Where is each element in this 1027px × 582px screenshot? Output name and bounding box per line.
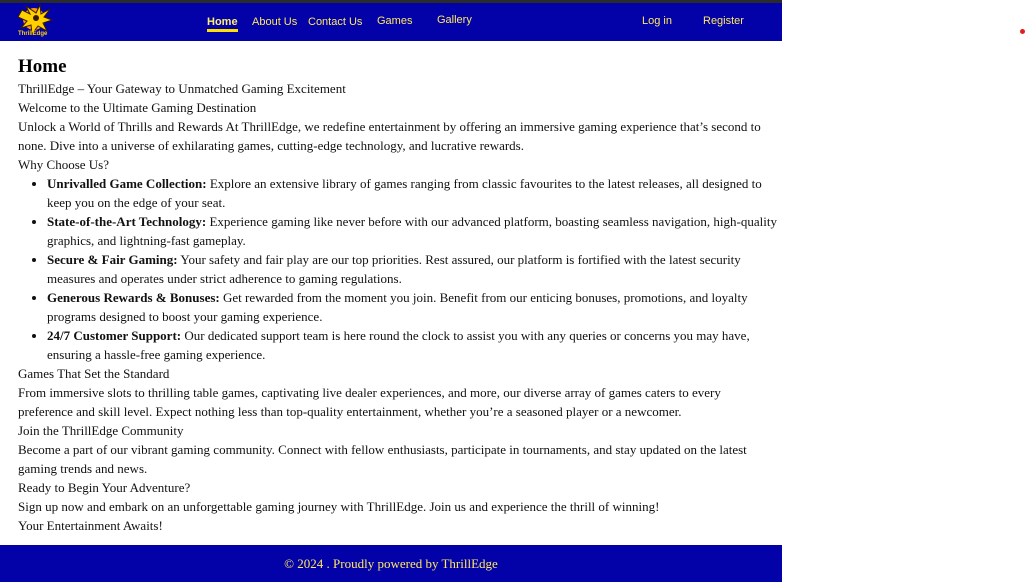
ready-heading: Ready to Begin Your Adventure? xyxy=(18,480,191,495)
tagline: ThrillEdge – Your Gateway to Unmatched G… xyxy=(18,81,346,96)
status-dot xyxy=(1020,29,1025,34)
list-item: Secure & Fair Gaming: Your safety and fa… xyxy=(47,250,778,288)
feature-title: 24/7 Customer Support: xyxy=(47,328,182,343)
why-heading: Why Choose Us? xyxy=(18,157,109,172)
closing-line: Your Entertainment Awaits! xyxy=(18,518,163,533)
nav-contact-us[interactable]: Contact Us xyxy=(308,16,362,28)
nav-about-us[interactable]: About Us xyxy=(252,16,297,28)
ready-paragraph: Sign up now and embark on an unforgettab… xyxy=(18,499,660,514)
top-navigation-bar: ThrillEdge Home About Us Contact Us Game… xyxy=(0,0,782,41)
list-item: 24/7 Customer Support: Our dedicated sup… xyxy=(47,326,778,364)
feature-title: Generous Rewards & Bonuses: xyxy=(47,290,220,305)
login-link[interactable]: Log in xyxy=(642,15,672,27)
feature-title: Secure & Fair Gaming: xyxy=(47,252,178,267)
main-content: Home ThrillEdge – Your Gateway to Unmatc… xyxy=(18,56,778,535)
page-title: Home xyxy=(18,56,67,77)
games-paragraph: From immersive slots to thrilling table … xyxy=(18,385,721,419)
feature-list: Unrivalled Game Collection: Explore an e… xyxy=(18,174,778,364)
list-item: State-of-the-Art Technology: Experience … xyxy=(47,212,778,250)
list-item: Generous Rewards & Bonuses: Get rewarded… xyxy=(47,288,778,326)
footer: © 2024 . Proudly powered by ThrillEdge xyxy=(0,545,782,582)
nav-gallery[interactable]: Gallery xyxy=(437,14,472,26)
register-link[interactable]: Register xyxy=(703,15,744,27)
footer-text: © 2024 . Proudly powered by ThrillEdge xyxy=(284,555,498,571)
community-paragraph: Become a part of our vibrant gaming comm… xyxy=(18,442,747,476)
welcome-heading: Welcome to the Ultimate Gaming Destinati… xyxy=(18,100,257,115)
games-heading: Games That Set the Standard xyxy=(18,366,170,381)
feature-title: Unrivalled Game Collection: xyxy=(47,176,207,191)
nav-home[interactable]: Home xyxy=(207,16,238,32)
nav-games[interactable]: Games xyxy=(377,15,412,27)
community-heading: Join the ThrillEdge Community xyxy=(18,423,184,438)
list-item: Unrivalled Game Collection: Explore an e… xyxy=(47,174,778,212)
logo-text: ThrillEdge xyxy=(18,31,48,37)
feature-title: State-of-the-Art Technology: xyxy=(47,214,207,229)
intro-paragraph: Unlock a World of Thrills and Rewards At… xyxy=(18,119,761,153)
